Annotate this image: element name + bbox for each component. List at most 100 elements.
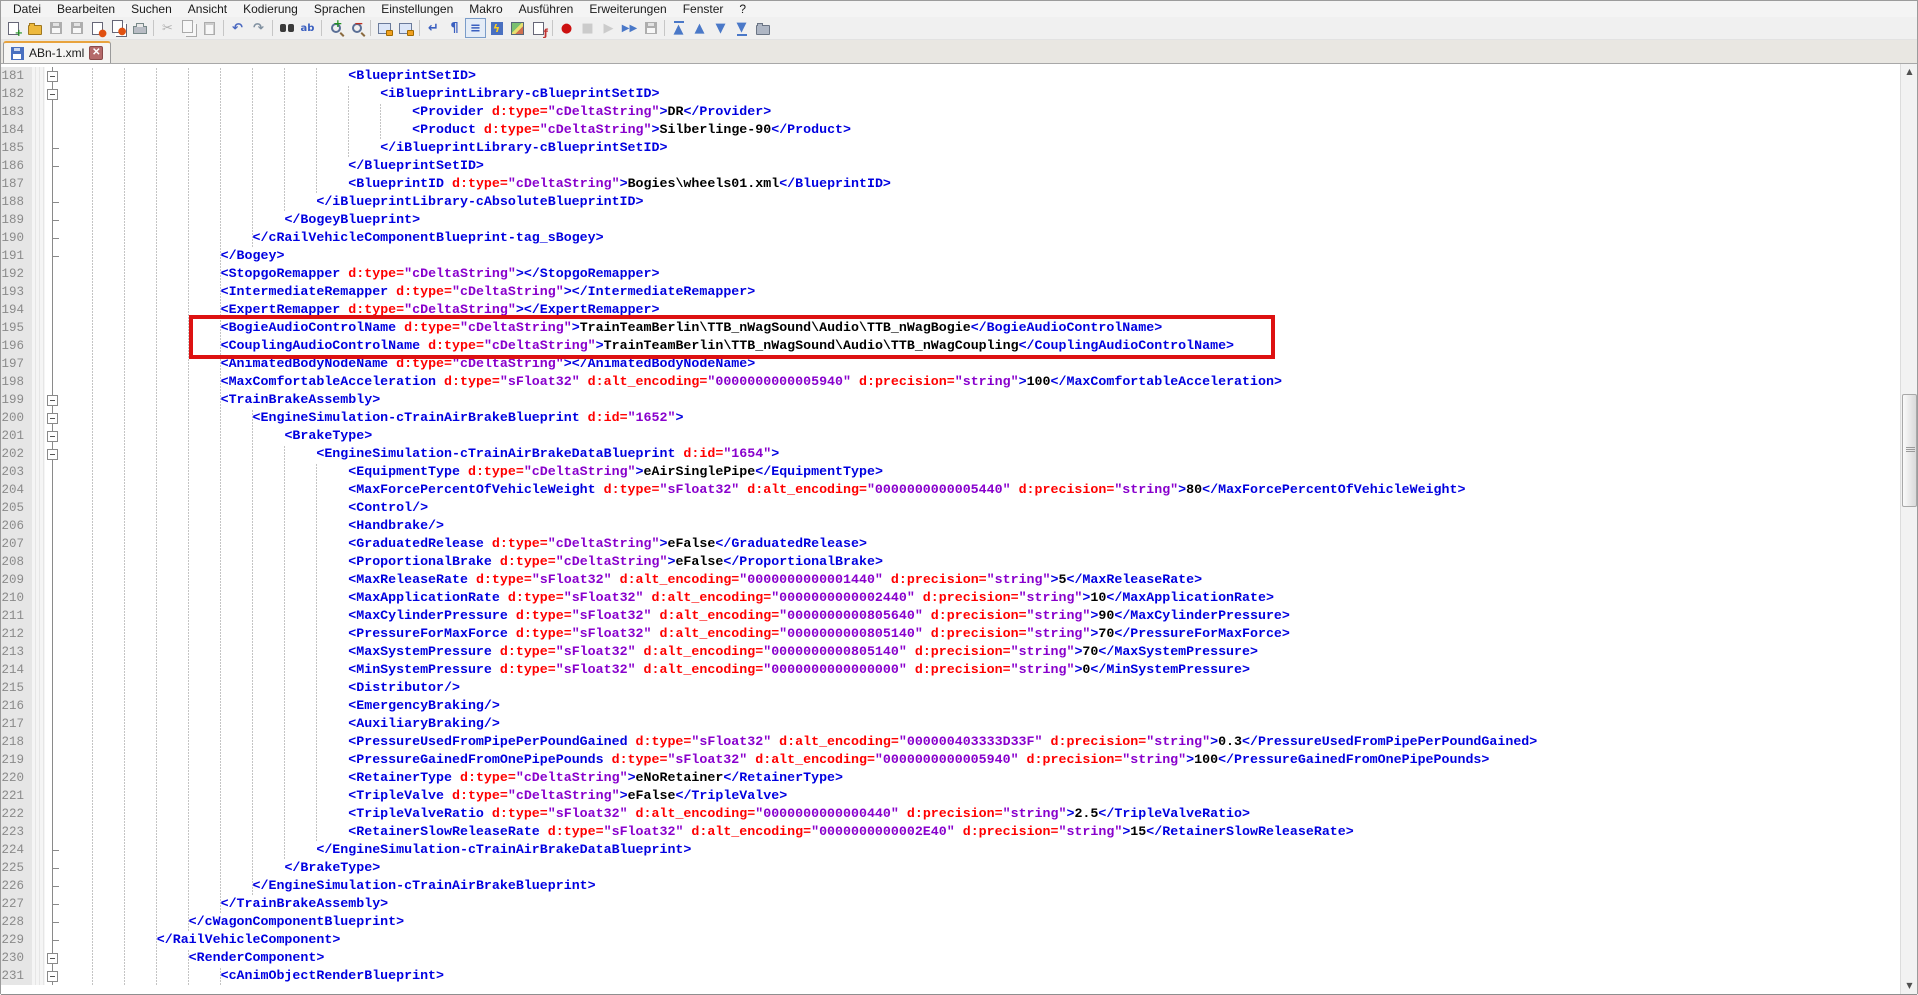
code-line-199[interactable]: 199 <TrainBrakeAssembly> bbox=[1, 391, 1900, 409]
code-line-201[interactable]: 201 <BrakeType> bbox=[1, 427, 1900, 445]
sync-vertical-button[interactable] bbox=[374, 18, 395, 38]
new-file-button[interactable]: + bbox=[3, 18, 24, 38]
word-wrap-button[interactable]: ↵ bbox=[423, 18, 444, 38]
macro-stop-button[interactable]: ■ bbox=[577, 18, 598, 38]
save-all-button[interactable] bbox=[66, 18, 87, 38]
code-line-222[interactable]: 222 <TripleValveRatio d:type="sFloat32" … bbox=[1, 805, 1900, 823]
code-line-224[interactable]: 224 </EngineSimulation-cTrainAirBrakeDat… bbox=[1, 841, 1900, 859]
menu-item-ausf-hren[interactable]: Ausführen bbox=[511, 1, 582, 17]
code-line-220[interactable]: 220 <RetainerType d:type="cDeltaString">… bbox=[1, 769, 1900, 787]
menu-item-datei[interactable]: Datei bbox=[5, 1, 49, 17]
find-button[interactable] bbox=[276, 18, 297, 38]
scroll-down-arrow[interactable]: ▼ bbox=[1901, 978, 1917, 994]
menu-item-bearbeiten[interactable]: Bearbeiten bbox=[49, 1, 123, 17]
macro-record-button[interactable]: ● bbox=[556, 18, 577, 38]
menu-item-fenster[interactable]: Fenster bbox=[675, 1, 732, 17]
fold-collapse-box[interactable] bbox=[47, 971, 58, 982]
nav-first-button[interactable]: ▲ bbox=[668, 18, 689, 38]
code-line-192[interactable]: 192 <StopgoRemapper d:type="cDeltaString… bbox=[1, 265, 1900, 283]
fold-collapse-box[interactable] bbox=[47, 449, 58, 460]
code-line-203[interactable]: 203 <EquipmentType d:type="cDeltaString"… bbox=[1, 463, 1900, 481]
fold-collapse-box[interactable] bbox=[47, 89, 58, 100]
document-map-button[interactable] bbox=[507, 18, 528, 38]
open-file-button[interactable] bbox=[24, 18, 45, 38]
code-line-183[interactable]: 183 <Provider d:type="cDeltaString">DR</… bbox=[1, 103, 1900, 121]
menu-item-erweiterungen[interactable]: Erweiterungen bbox=[581, 1, 674, 17]
menu-item-einstellungen[interactable]: Einstellungen bbox=[373, 1, 461, 17]
menu-item-sprachen[interactable]: Sprachen bbox=[306, 1, 373, 17]
code-pane[interactable]: 181 <BlueprintSetID> 182 <iBlueprintLibra… bbox=[1, 64, 1900, 994]
print-button[interactable] bbox=[129, 18, 150, 38]
code-line-195[interactable]: 195 <BogieAudioControlName d:type="cDelt… bbox=[1, 319, 1900, 337]
fold-collapse-box[interactable] bbox=[47, 413, 58, 424]
menu-item-ansicht[interactable]: Ansicht bbox=[180, 1, 235, 17]
code-line-216[interactable]: 216 <EmergencyBraking/> bbox=[1, 697, 1900, 715]
code-line-228[interactable]: 228 </cWagonComponentBlueprint> bbox=[1, 913, 1900, 931]
menu-item-kodierung[interactable]: Kodierung bbox=[235, 1, 306, 17]
sync-horizontal-button[interactable] bbox=[395, 18, 416, 38]
zoom-in-button[interactable]: + bbox=[325, 18, 346, 38]
zoom-out-button[interactable]: − bbox=[346, 18, 367, 38]
code-line-186[interactable]: 186 </BlueprintSetID> bbox=[1, 157, 1900, 175]
code-line-209[interactable]: 209 <MaxReleaseRate d:type="sFloat32" d:… bbox=[1, 571, 1900, 589]
menu-item-suchen[interactable]: Suchen bbox=[123, 1, 180, 17]
code-line-214[interactable]: 214 <MinSystemPressure d:type="sFloat32"… bbox=[1, 661, 1900, 679]
code-line-196[interactable]: 196 <CouplingAudioControlName d:type="cD… bbox=[1, 337, 1900, 355]
code-line-205[interactable]: 205 <Control/> bbox=[1, 499, 1900, 517]
menu-item-makro[interactable]: Makro bbox=[461, 1, 510, 17]
code-line-208[interactable]: 208 <ProportionalBrake d:type="cDeltaStr… bbox=[1, 553, 1900, 571]
macro-run-multiple-button[interactable]: ▶▶ bbox=[619, 18, 640, 38]
code-line-194[interactable]: 194 <ExpertRemapper d:type="cDeltaString… bbox=[1, 301, 1900, 319]
undo-button[interactable]: ↶ bbox=[227, 18, 248, 38]
code-line-187[interactable]: 187 <BlueprintID d:type="cDeltaString">B… bbox=[1, 175, 1900, 193]
nav-prev-button[interactable]: ▲ bbox=[689, 18, 710, 38]
nav-next-button[interactable]: ▼ bbox=[710, 18, 731, 38]
code-line-223[interactable]: 223 <RetainerSlowReleaseRate d:type="sFl… bbox=[1, 823, 1900, 841]
workspace-folder-button[interactable] bbox=[752, 18, 773, 38]
fold-collapse-box[interactable] bbox=[47, 395, 58, 406]
fold-collapse-box[interactable] bbox=[47, 953, 58, 964]
code-line-221[interactable]: 221 <TripleValve d:type="cDeltaString">e… bbox=[1, 787, 1900, 805]
fold-collapse-box[interactable] bbox=[47, 431, 58, 442]
scrollbar-thumb[interactable] bbox=[1902, 394, 1917, 507]
code-line-200[interactable]: 200 <EngineSimulation-cTrainAirBrakeBlue… bbox=[1, 409, 1900, 427]
vertical-scrollbar[interactable]: ▲ ▼ bbox=[1900, 64, 1917, 994]
code-line-207[interactable]: 207 <GraduatedRelease d:type="cDeltaStri… bbox=[1, 535, 1900, 553]
close-button[interactable]: ● bbox=[87, 18, 108, 38]
tab-close-icon[interactable]: ✕ bbox=[89, 46, 104, 60]
fold-collapse-box[interactable] bbox=[47, 71, 58, 82]
tab-abn-1-xml[interactable]: ABn-1.xml ✕ bbox=[3, 41, 112, 63]
code-line-231[interactable]: 231 <cAnimObjectRenderBlueprint> bbox=[1, 967, 1900, 985]
code-line-202[interactable]: 202 <EngineSimulation-cTrainAirBrakeData… bbox=[1, 445, 1900, 463]
code-line-213[interactable]: 213 <MaxSystemPressure d:type="sFloat32"… bbox=[1, 643, 1900, 661]
code-line-212[interactable]: 212 <PressureForMaxForce d:type="sFloat3… bbox=[1, 625, 1900, 643]
code-line-204[interactable]: 204 <MaxForcePercentOfVehicleWeight d:ty… bbox=[1, 481, 1900, 499]
code-line-227[interactable]: 227 </TrainBrakeAssembly> bbox=[1, 895, 1900, 913]
redo-button[interactable]: ↷ bbox=[248, 18, 269, 38]
scroll-up-arrow[interactable]: ▲ bbox=[1901, 64, 1917, 80]
code-line-184[interactable]: 184 <Product d:type="cDeltaString">Silbe… bbox=[1, 121, 1900, 139]
code-line-188[interactable]: 188 </iBlueprintLibrary-cAbsoluteBluepri… bbox=[1, 193, 1900, 211]
code-line-230[interactable]: 230 <RenderComponent> bbox=[1, 949, 1900, 967]
code-line-191[interactable]: 191 </Bogey> bbox=[1, 247, 1900, 265]
editor-area[interactable]: 181 <BlueprintSetID> 182 <iBlueprintLibra… bbox=[1, 64, 1917, 994]
code-line-206[interactable]: 206 <Handbrake/> bbox=[1, 517, 1900, 535]
save-button[interactable] bbox=[45, 18, 66, 38]
code-line-210[interactable]: 210 <MaxApplicationRate d:type="sFloat32… bbox=[1, 589, 1900, 607]
code-line-193[interactable]: 193 <IntermediateRemapper d:type="cDelta… bbox=[1, 283, 1900, 301]
code-line-190[interactable]: 190 </cRailVehicleComponentBlueprint-tag… bbox=[1, 229, 1900, 247]
code-line-189[interactable]: 189 </BogeyBlueprint> bbox=[1, 211, 1900, 229]
code-line-182[interactable]: 182 <iBlueprintLibrary-cBlueprintSetID> bbox=[1, 85, 1900, 103]
macro-save-button[interactable] bbox=[640, 18, 661, 38]
cut-button[interactable]: ✂ bbox=[157, 18, 178, 38]
code-line-215[interactable]: 215 <Distributor/> bbox=[1, 679, 1900, 697]
code-line-217[interactable]: 217 <AuxiliaryBraking/> bbox=[1, 715, 1900, 733]
code-line-226[interactable]: 226 </EngineSimulation-cTrainAirBrakeBlu… bbox=[1, 877, 1900, 895]
function-completion-button[interactable]: ϟ bbox=[486, 18, 507, 38]
macro-play-button[interactable]: ▶ bbox=[598, 18, 619, 38]
show-all-chars-button[interactable]: ¶ bbox=[444, 18, 465, 38]
code-line-218[interactable]: 218 <PressureUsedFromPipePerPoundGained … bbox=[1, 733, 1900, 751]
function-list-button[interactable]: ƒ bbox=[528, 18, 549, 38]
replace-button[interactable]: ab bbox=[297, 18, 318, 38]
code-line-181[interactable]: 181 <BlueprintSetID> bbox=[1, 67, 1900, 85]
